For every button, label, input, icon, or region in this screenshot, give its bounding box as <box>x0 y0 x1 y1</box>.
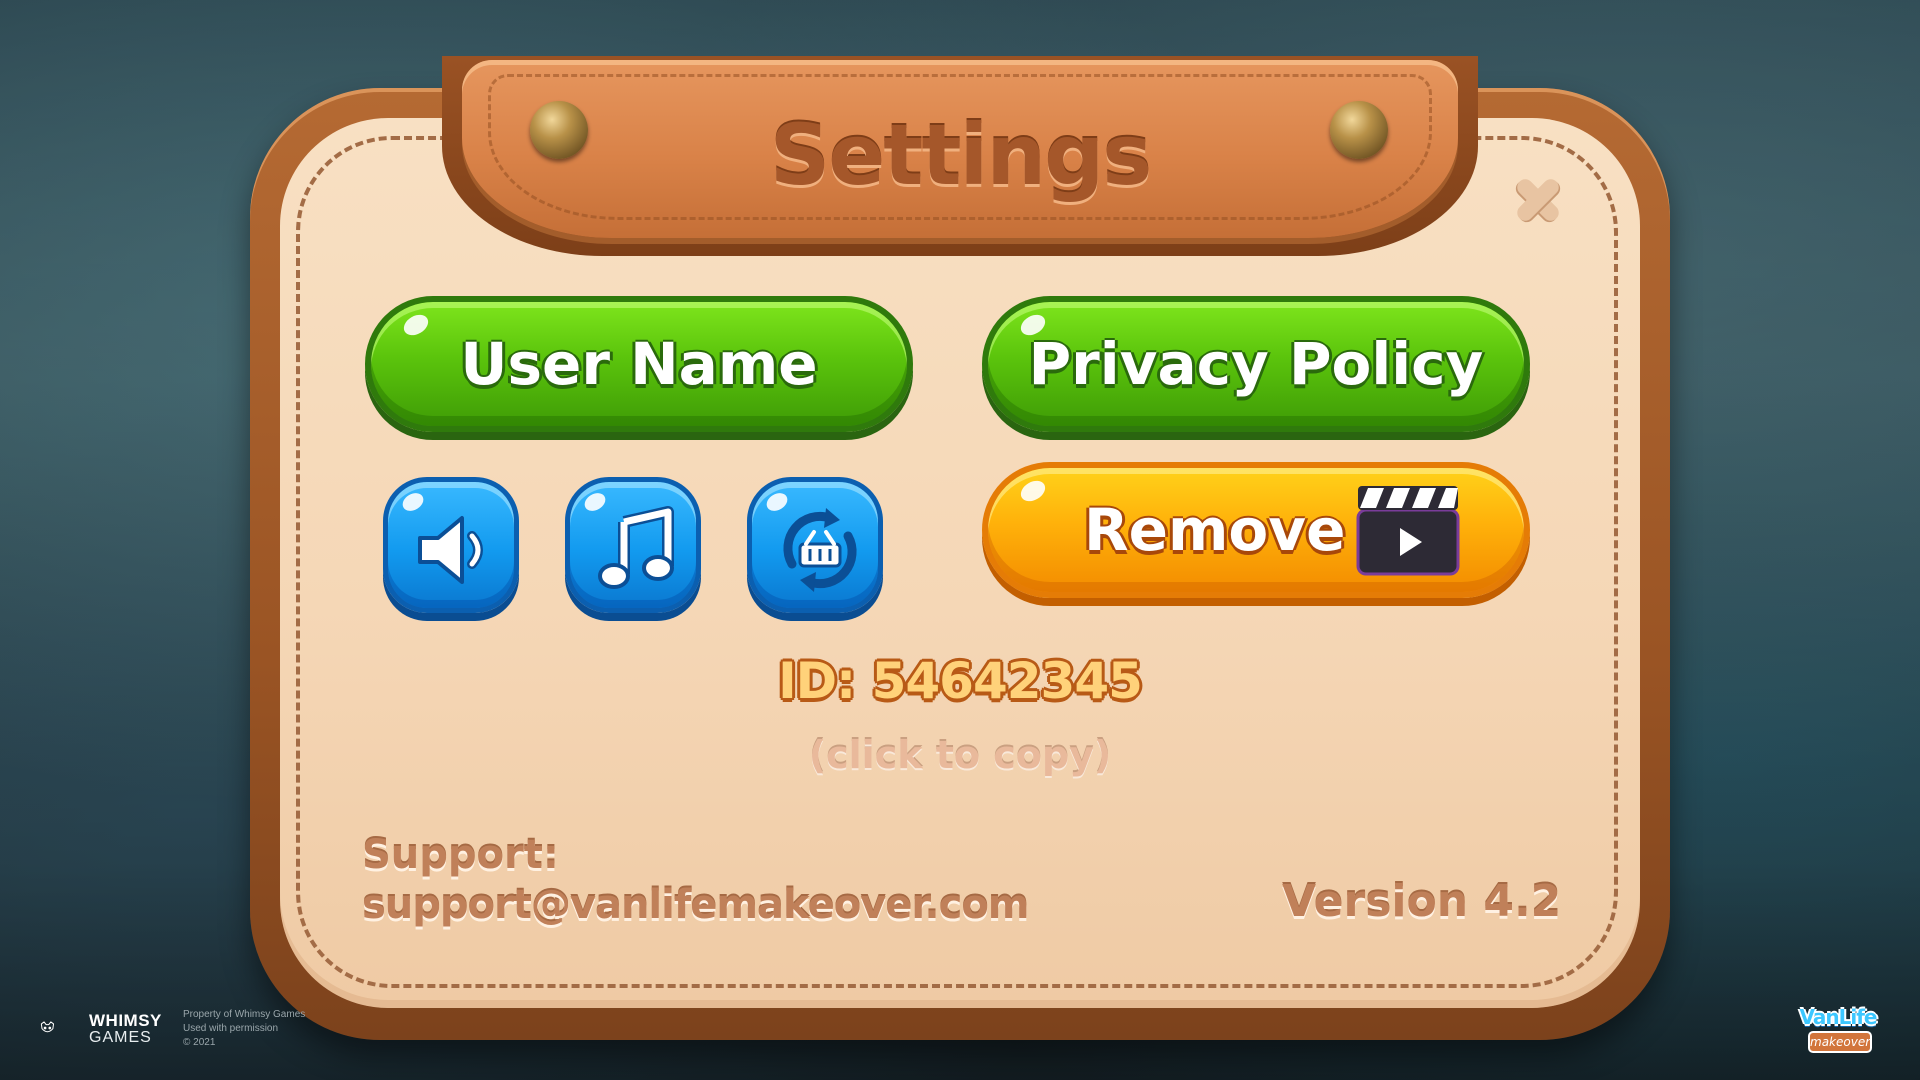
player-id[interactable]: ID: 54642345 <box>660 652 1260 710</box>
game-logo-subtitle: makeover <box>1808 1031 1872 1053</box>
button-gloss <box>1017 476 1049 506</box>
remove-ads-button-label: Remove <box>1084 496 1346 564</box>
sound-toggle-button[interactable] <box>383 477 519 613</box>
version-label: Version 4.2 <box>1282 876 1562 927</box>
clapperboard-icon <box>1356 486 1460 576</box>
user-name-button[interactable]: User Name <box>365 296 913 432</box>
music-note-icon <box>598 506 674 589</box>
support-email-link[interactable]: support@vanlifemakeover.com <box>362 882 1029 928</box>
game-logo-title: VanLife <box>1799 1005 1878 1029</box>
rivet-left-icon <box>530 101 588 159</box>
basket-refresh-icon <box>783 508 857 592</box>
button-gloss <box>400 310 432 340</box>
raccoon-logo-icon <box>40 1021 55 1033</box>
remove-ads-button[interactable]: Remove <box>982 462 1530 598</box>
rivet-right-icon <box>1330 101 1388 159</box>
copy-id-hint[interactable]: (click to copy) <box>660 733 1260 777</box>
close-button[interactable] <box>1508 170 1568 230</box>
legal-line: Property of Whimsy Games <box>183 1009 306 1020</box>
studio-name: WHIMSY <box>89 1011 162 1030</box>
game-logo: VanLife makeover <box>1798 1005 1878 1057</box>
legal-line: © 2021 <box>183 1037 216 1048</box>
studio-subtitle: GAMES <box>89 1029 152 1046</box>
dialog-title: Settings <box>769 106 1153 204</box>
user-name-button-label: User Name <box>460 330 818 398</box>
restore-purchases-button[interactable] <box>747 477 883 613</box>
game-scene: Settings User Name Privacy Policy Remove <box>0 0 1920 1080</box>
privacy-policy-button-label: Privacy Policy <box>1028 330 1484 398</box>
support-label: Support: <box>362 832 559 878</box>
music-toggle-button[interactable] <box>565 477 701 613</box>
speaker-icon <box>418 516 483 584</box>
privacy-policy-button[interactable]: Privacy Policy <box>982 296 1530 432</box>
legal-line: Used with permission <box>183 1023 279 1034</box>
